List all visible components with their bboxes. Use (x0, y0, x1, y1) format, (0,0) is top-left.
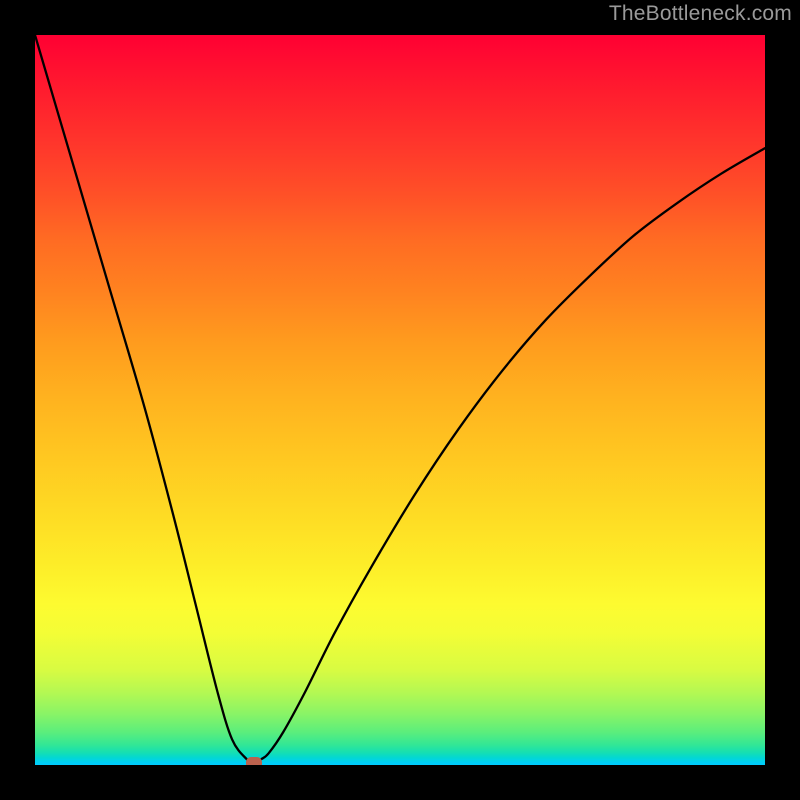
plot-area (35, 35, 765, 765)
watermark-text: TheBottleneck.com (609, 2, 792, 26)
minimum-marker (246, 757, 262, 765)
bottleneck-curve (35, 35, 765, 765)
chart-frame: TheBottleneck.com (0, 0, 800, 800)
